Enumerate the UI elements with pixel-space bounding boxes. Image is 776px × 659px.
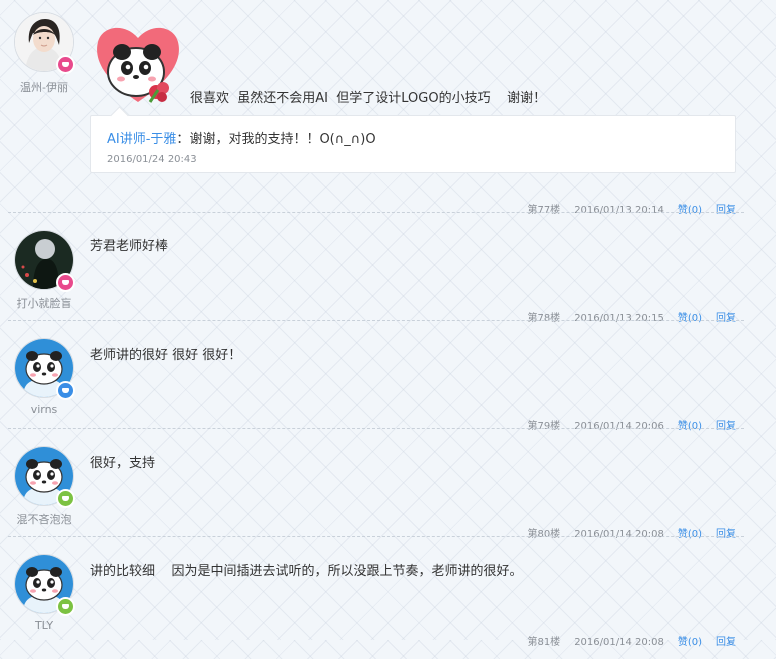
panda-heart-flower-sticker-icon [92, 18, 184, 106]
level-badge-icon [56, 489, 75, 508]
username[interactable]: 混不吝泡泡 [0, 511, 88, 527]
comment-text: 老师讲的很好 很好 很好！ [90, 348, 242, 363]
reply-button[interactable]: 回复 [716, 637, 736, 648]
level-badge-icon [56, 55, 75, 74]
reply-date: 2016/01/24 20:43 [107, 154, 197, 165]
comment-text: 芳君老师好棒 [90, 239, 169, 254]
reply-author-link[interactable]: AI讲师-于雅 [107, 132, 176, 147]
comment-date: 2016/01/13 20:15 [574, 313, 664, 324]
floor-number: 第81楼 [527, 637, 561, 648]
reply-button[interactable]: 回复 [716, 421, 736, 432]
comment-date: 2016/01/14 20:08 [574, 637, 664, 648]
username[interactable]: 打小就脸盲 [0, 295, 88, 311]
username[interactable]: 温州-伊丽 [0, 79, 88, 95]
divider [8, 536, 744, 537]
like-button[interactable]: 赞(0) [678, 205, 702, 216]
divider [8, 212, 744, 213]
comment-date: 2016/01/14 20:06 [574, 421, 664, 432]
instructor-reply: AI讲师-于雅：谢谢，对我的支持！！O(∩_∩)O 2016/01/24 20:… [90, 115, 736, 173]
comment-meta: 第81楼 2016/01/14 20:08 赞(0) 回复 [501, 622, 736, 659]
level-badge-icon [56, 381, 75, 400]
comment-date: 2016/01/13 20:14 [574, 205, 664, 216]
level-badge-icon [56, 273, 75, 292]
avatar[interactable] [14, 446, 75, 508]
reply-button[interactable]: 回复 [716, 313, 736, 324]
comment-text: 很好，支持 [90, 456, 156, 471]
like-button[interactable]: 赞(0) [678, 421, 702, 432]
comment-date: 2016/01/14 20:08 [574, 529, 664, 540]
avatar[interactable] [14, 230, 75, 292]
username[interactable]: virns [0, 403, 88, 416]
divider [8, 428, 744, 429]
comment-item: 打小就脸盲 芳君老师好棒 第78楼 2016/01/13 20:15 赞(0) 回复 [0, 216, 744, 324]
like-button[interactable]: 赞(0) [678, 313, 702, 324]
comment-text: 讲的比较细 因为是中间插进去试听的，所以没跟上节奏，老师讲的很好。 [90, 564, 523, 579]
floor-number: 第80楼 [527, 529, 561, 540]
floor-number: 第77楼 [527, 205, 561, 216]
comment-item: virns 老师讲的很好 很好 很好！ 第79楼 2016/01/14 20:06… [0, 324, 744, 432]
reply-button[interactable]: 回复 [716, 529, 736, 540]
comment-item: TLY 讲的比较细 因为是中间插进去试听的，所以没跟上节奏，老师讲的很好。 第8… [0, 540, 744, 648]
username[interactable]: TLY [0, 619, 88, 632]
like-button[interactable]: 赞(0) [678, 529, 702, 540]
reply-separator: ： [176, 132, 190, 147]
avatar[interactable] [14, 338, 75, 400]
floor-number: 第78楼 [527, 313, 561, 324]
like-button[interactable]: 赞(0) [678, 637, 702, 648]
avatar[interactable] [14, 12, 75, 74]
comment-text: 很喜欢 虽然还不会用AI 但学了设计LOGO的小技巧 谢谢！ [190, 91, 547, 106]
divider [8, 320, 744, 321]
level-badge-icon [56, 597, 75, 616]
comment-item: 温州-伊丽 很喜欢 虽然还不会用AI 但学了设计LOGO的小技巧 谢谢！ AI讲… [0, 0, 744, 216]
avatar[interactable] [14, 554, 75, 616]
reply-text: 谢谢，对我的支持！！O(∩_∩)O [189, 132, 376, 147]
reply-line: AI讲师-于雅：谢谢，对我的支持！！O(∩_∩)O [107, 128, 376, 147]
comment-item: 混不吝泡泡 很好，支持 第80楼 2016/01/14 20:08 赞(0) 回复 [0, 432, 744, 540]
reply-button[interactable]: 回复 [716, 205, 736, 216]
floor-number: 第79楼 [527, 421, 561, 432]
